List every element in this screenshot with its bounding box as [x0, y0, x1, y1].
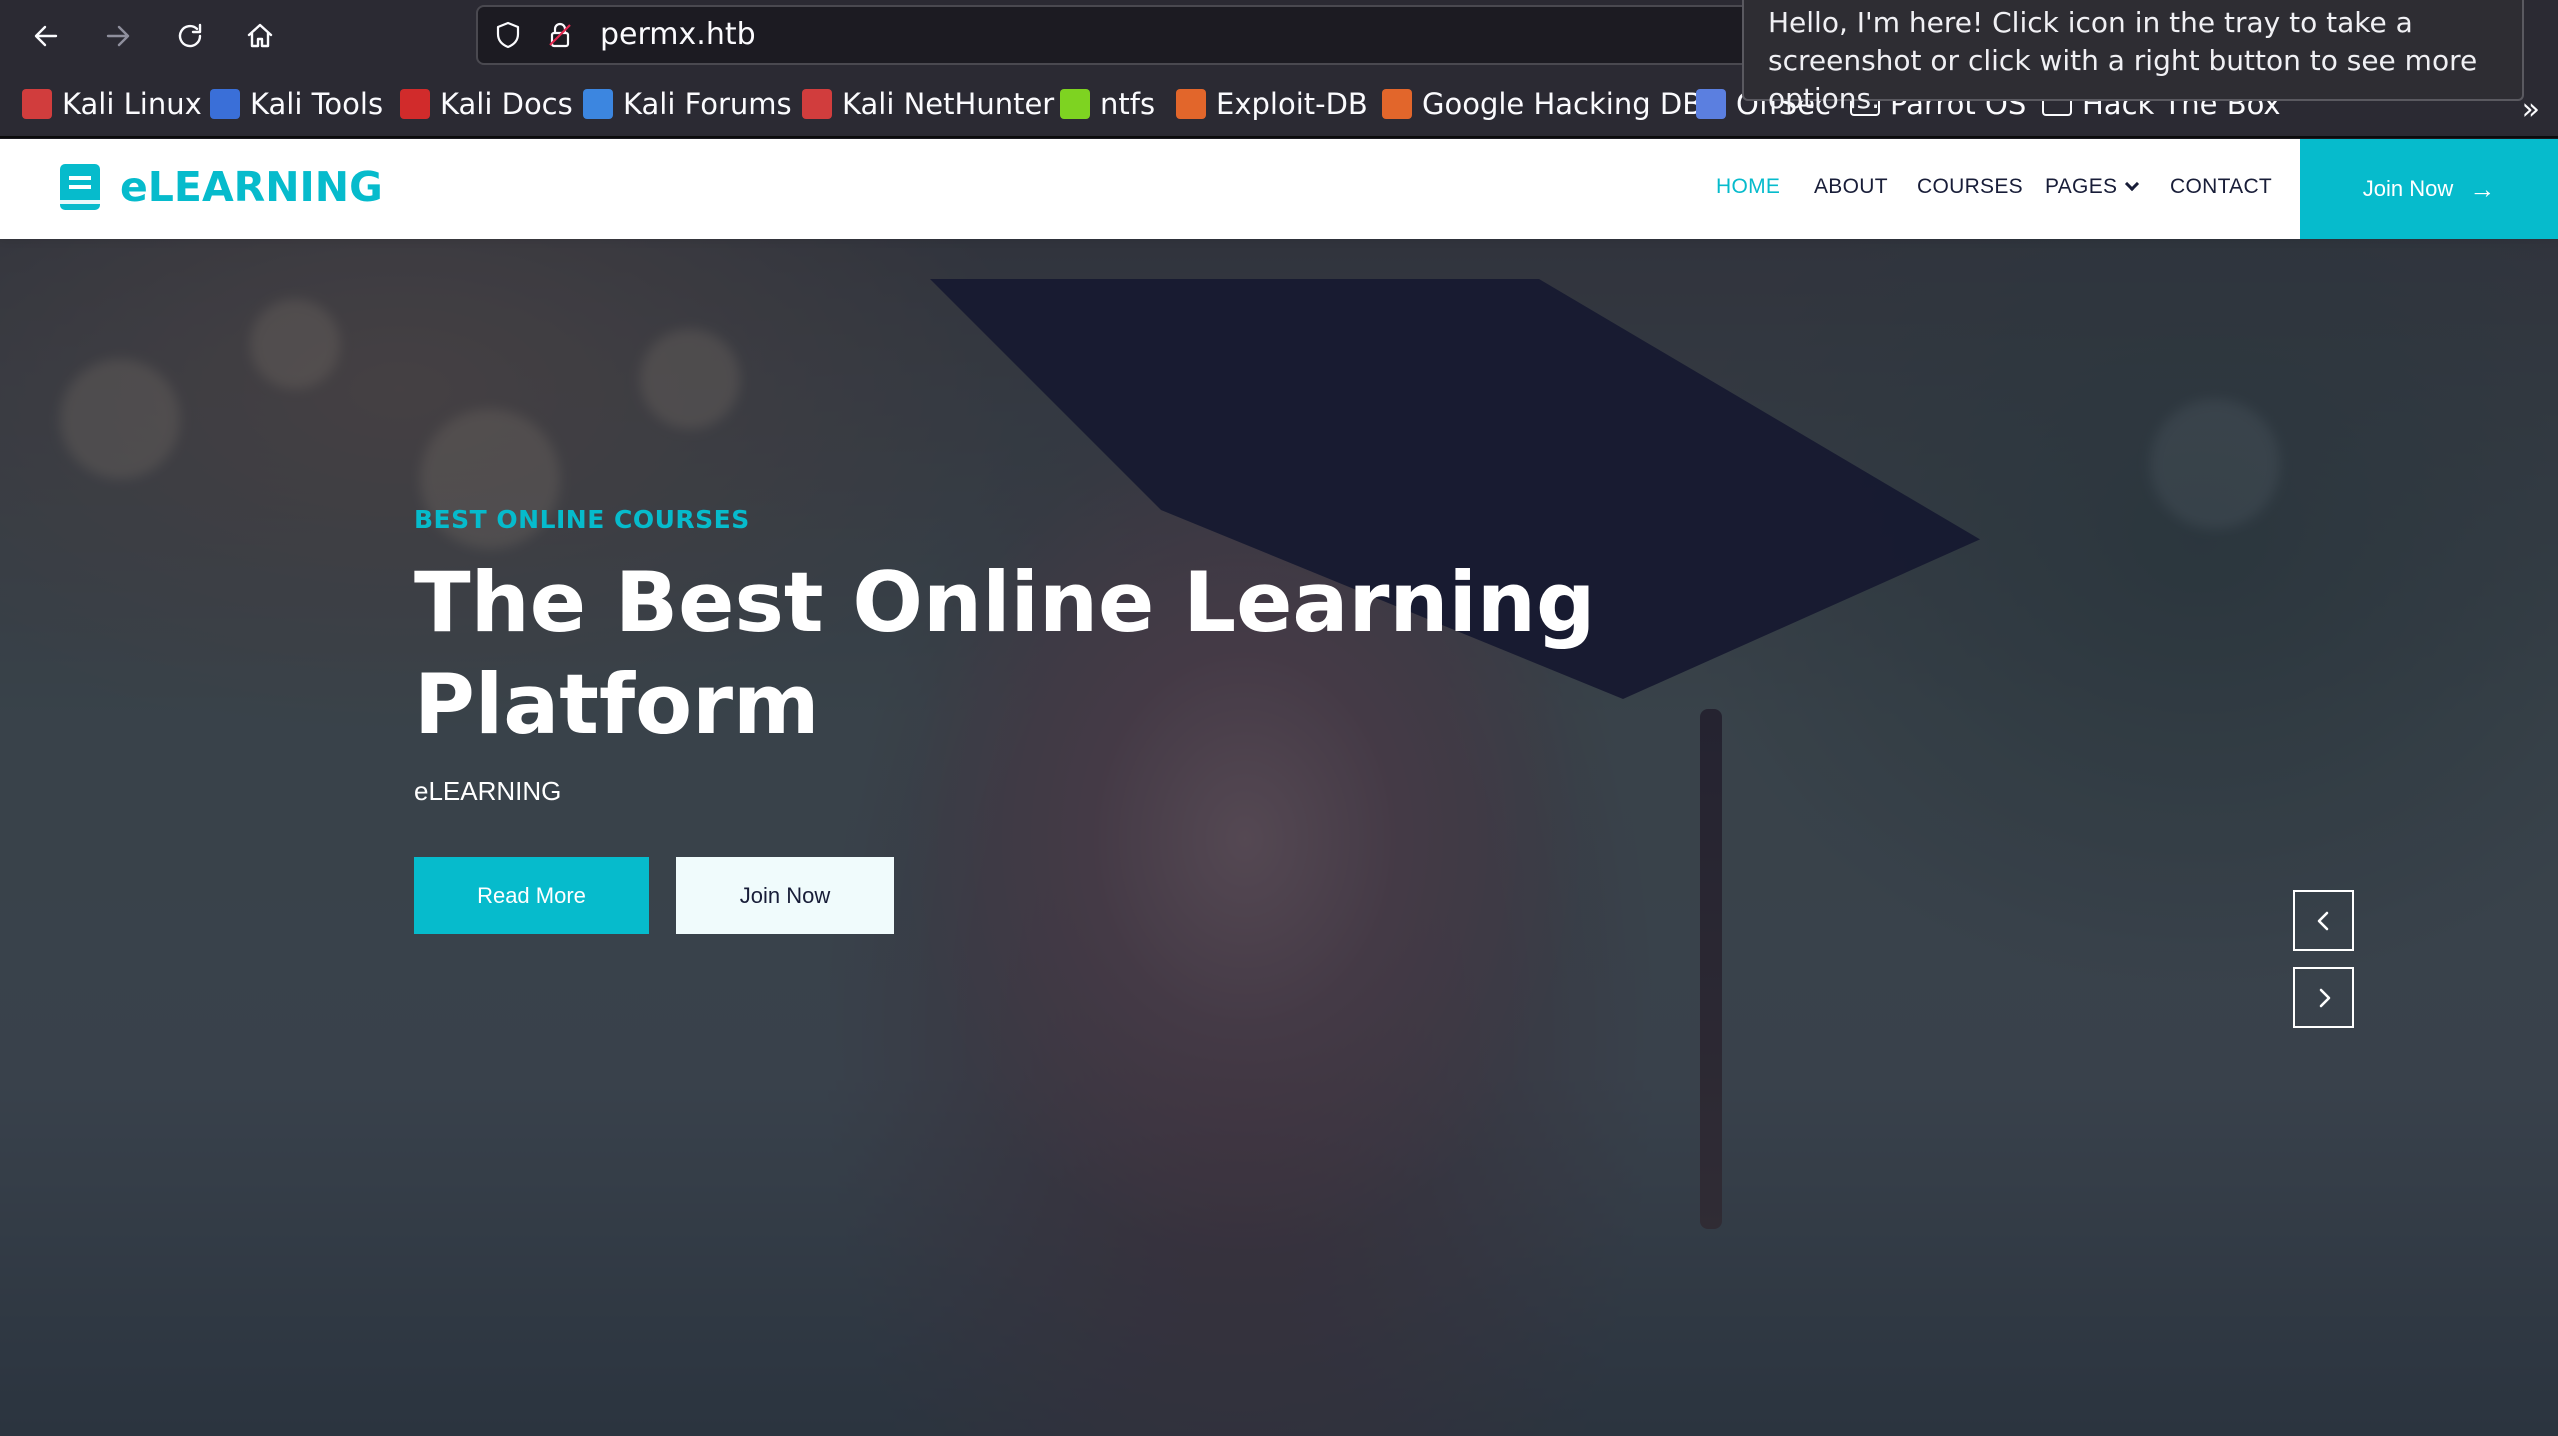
nav-pages[interactable]: PAGES — [2045, 175, 2140, 199]
bookmark-kali-nethunter[interactable]: Kali NetHunter — [802, 86, 1054, 122]
brand-logo[interactable]: eLEARNING — [60, 163, 383, 211]
kali-tools-icon — [210, 89, 240, 119]
kali-dragon-icon — [22, 89, 52, 119]
chevron-double-right-icon[interactable]: » — [2522, 92, 2540, 127]
hero-join-now-button[interactable]: Join Now — [676, 857, 894, 934]
read-more-button[interactable]: Read More — [414, 857, 649, 934]
home-button[interactable] — [236, 12, 284, 60]
screenshot-tool-tooltip: Hello, I'm here! Click icon in the tray … — [1742, 0, 2524, 115]
ghdb-icon — [1382, 89, 1412, 119]
bookmark-kali-forums[interactable]: Kali Forums — [583, 86, 792, 122]
hero-headline: The Best Online Learning Platform — [414, 554, 1596, 753]
hero-overlay — [0, 239, 2558, 1436]
home-icon — [247, 23, 273, 48]
carousel-next-button[interactable] — [2293, 967, 2354, 1028]
kali-docs-icon — [400, 89, 430, 119]
reload-button[interactable] — [166, 12, 214, 60]
carousel-prev-button[interactable] — [2293, 890, 2354, 951]
hero-description: eLEARNING — [414, 776, 562, 806]
chevron-right-icon — [2319, 988, 2330, 1007]
join-now-label: Join Now — [2362, 176, 2454, 201]
address-bar[interactable]: permx.htb — [476, 5, 1786, 65]
nav-home[interactable]: HOME — [1716, 175, 1780, 199]
bookmark-label: Exploit-DB — [1216, 87, 1368, 121]
hero-carousel — [0, 239, 2558, 1436]
bookmark-google-hacking-db[interactable]: Google Hacking DB — [1382, 86, 1702, 122]
bookmark-label: Kali Forums — [623, 87, 792, 121]
join-now-button[interactable]: Join Now → — [2300, 139, 2558, 239]
bookmark-label: Kali Linux — [62, 87, 202, 121]
bookmark-exploit-db[interactable]: Exploit-DB — [1176, 86, 1368, 122]
nav-pages-label: PAGES — [2045, 175, 2118, 198]
bookmark-label: Kali NetHunter — [842, 87, 1055, 121]
bookmark-kali-linux[interactable]: Kali Linux — [22, 86, 202, 122]
bookmark-label: Google Hacking DB — [1422, 87, 1703, 121]
shield-icon[interactable] — [492, 19, 524, 51]
book-icon — [60, 164, 100, 210]
arrow-left-icon — [34, 25, 58, 47]
exploit-db-icon — [1176, 89, 1206, 119]
bookmark-ntfs[interactable]: ntfs — [1060, 86, 1155, 122]
forward-button[interactable] — [94, 12, 142, 60]
back-button[interactable] — [22, 12, 70, 60]
kali-forums-icon — [583, 89, 613, 119]
kali-nethunter-icon — [802, 89, 832, 119]
arrow-right-icon: → — [2469, 173, 2496, 204]
nav-contact[interactable]: CONTACT — [2170, 175, 2272, 199]
bookmark-label: Kali Tools — [250, 87, 384, 121]
bookmark-label: Kali Docs — [440, 87, 573, 121]
nav-courses[interactable]: COURSES — [1917, 175, 2023, 199]
offsec-icon — [1696, 89, 1726, 119]
chevron-down-icon — [2125, 176, 2140, 192]
reload-icon — [178, 23, 202, 48]
cube-icon — [1060, 89, 1090, 119]
hero-subtitle: BEST ONLINE COURSES — [414, 505, 750, 534]
bookmark-label: ntfs — [1100, 87, 1156, 121]
bookmark-kali-tools[interactable]: Kali Tools — [210, 86, 383, 122]
arrow-right-icon — [106, 25, 130, 47]
url-text[interactable]: permx.htb — [600, 17, 756, 52]
site-header: eLEARNING HOME ABOUT COURSES PAGES CONTA… — [0, 139, 2558, 239]
nav-about[interactable]: ABOUT — [1814, 175, 1888, 199]
brand-name: eLEARNING — [120, 163, 383, 211]
chevron-left-icon — [2317, 911, 2328, 930]
insecure-lock-icon[interactable] — [544, 19, 576, 51]
bookmark-kali-docs[interactable]: Kali Docs — [400, 86, 573, 122]
